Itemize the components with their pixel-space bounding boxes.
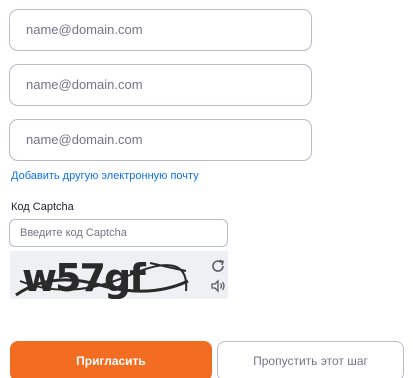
captcha-input[interactable]: Введите код Captcha (9, 219, 228, 247)
captcha-label: Код Captcha (11, 201, 74, 213)
email-input-2[interactable]: name@domain.com (9, 64, 312, 106)
add-email-link[interactable]: Добавить другую электронную почту (11, 170, 199, 182)
refresh-icon[interactable] (210, 258, 226, 274)
skip-button[interactable]: Пропустить этот шаг (217, 341, 404, 378)
captcha-image: w57gf (15, 256, 189, 299)
email-input-3[interactable]: name@domain.com (9, 119, 312, 161)
email-input-1[interactable]: name@domain.com (9, 9, 312, 51)
invite-button[interactable]: Пригласить (10, 341, 212, 378)
captcha-text: w57gf (22, 256, 146, 299)
speaker-icon[interactable] (210, 278, 226, 294)
captcha-box: w57gf (10, 251, 228, 299)
